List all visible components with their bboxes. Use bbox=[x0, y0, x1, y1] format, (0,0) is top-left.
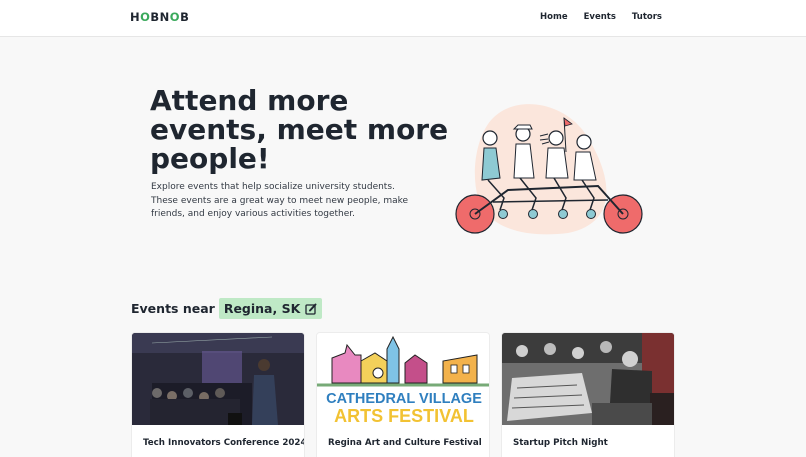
conference-speaker-photo bbox=[132, 333, 304, 425]
location-chip[interactable]: Regina, SK bbox=[218, 298, 323, 319]
events-near-label: Events near bbox=[131, 301, 215, 316]
events-heading: Events near Regina, SK bbox=[131, 298, 323, 319]
logo-letter-b: B bbox=[180, 10, 190, 24]
vintage-office-photo bbox=[502, 333, 674, 425]
event-cards: Tech Innovators Conference 2024 CATHEDRA… bbox=[131, 332, 675, 457]
nav-tutors[interactable]: Tutors bbox=[632, 12, 662, 22]
logo-letter-o-2: O bbox=[169, 10, 181, 24]
location-text: Regina, SK bbox=[223, 301, 301, 316]
logo-letter-o: O bbox=[140, 10, 151, 24]
event-card[interactable]: CATHEDRAL VILLAGE ARTS FESTIVAL Regina A… bbox=[316, 332, 490, 457]
hero-title: Attend more events, meet more people! bbox=[150, 84, 449, 175]
navbar: HOBNOB Home Events Tutors bbox=[0, 0, 806, 37]
poster-line-2: ARTS FESTIVAL bbox=[334, 406, 474, 425]
event-title: Regina Art and Culture Festival bbox=[328, 438, 482, 448]
tandem-bicycle-illustration bbox=[455, 104, 643, 235]
logo-letter-h: H bbox=[130, 10, 141, 24]
edit-icon[interactable] bbox=[305, 303, 317, 315]
event-card[interactable]: Tech Innovators Conference 2024 bbox=[131, 332, 305, 457]
nav-links: Home Events Tutors bbox=[540, 12, 662, 22]
nav-home[interactable]: Home bbox=[540, 12, 568, 22]
event-card[interactable]: Startup Pitch Night bbox=[501, 332, 675, 457]
poster-line-1: CATHEDRAL VILLAGE bbox=[326, 391, 482, 407]
event-title: Tech Innovators Conference 2024 bbox=[143, 438, 305, 448]
nav-events[interactable]: Events bbox=[584, 12, 616, 22]
cathedral-village-arts-festival-poster: CATHEDRAL VILLAGE ARTS FESTIVAL bbox=[317, 333, 489, 425]
logo[interactable]: HOBNOB bbox=[130, 10, 189, 24]
hero-subtitle: Explore events that help socialize unive… bbox=[151, 182, 409, 220]
event-title: Startup Pitch Night bbox=[513, 438, 608, 448]
logo-letters-bn: BN bbox=[150, 10, 170, 24]
